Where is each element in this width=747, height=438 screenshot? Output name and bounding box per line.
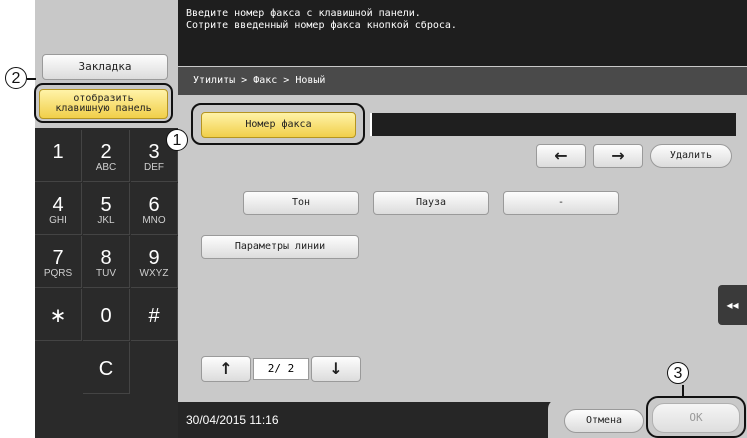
key-2[interactable]: 2 ABC [83, 130, 130, 182]
tone-button[interactable]: Тон [243, 191, 359, 215]
callout-3-leader [682, 385, 684, 397]
callout-2-leader [27, 78, 36, 80]
fax-number-highlight [191, 103, 365, 145]
instruction-line-2: Сотрите введенный номер факса кнопкой сб… [186, 20, 457, 31]
key-5[interactable]: 5 JKL [83, 183, 130, 235]
dash-button[interactable]: - [503, 191, 619, 215]
page-up-button[interactable]: ↑ [201, 356, 251, 382]
arrow-up-icon: ↑ [219, 359, 233, 378]
keypad: 1 2 ABC 3 DEF 4 GHI 5 JKL 6 MNO 7 PQRS 8 TUV 9W… [35, 130, 178, 438]
fax-number-input[interactable] [370, 113, 736, 136]
breadcrumb: Утилиты > Факс > Новый [193, 75, 326, 86]
key-7[interactable]: 7 PQRS [35, 236, 82, 288]
collapse-panel-icon[interactable]: ◂◂ [718, 285, 747, 325]
line-parameters-button[interactable]: Параметры линии [201, 235, 359, 259]
cancel-button[interactable]: Отмена [564, 409, 644, 433]
cursor-right-button[interactable]: → [593, 144, 643, 168]
key-8[interactable]: 8 TUV [83, 236, 130, 288]
page-indicator: 2/ 2 [253, 358, 309, 380]
key-6[interactable]: 6 MNO [131, 183, 178, 235]
key-1[interactable]: 1 [35, 130, 82, 182]
instruction-line-1: Введите номер факса с клавишной панели. [186, 8, 421, 19]
keypad-button-highlight [34, 83, 173, 123]
callout-3: 3 [667, 362, 689, 384]
delete-button[interactable]: Удалить [650, 144, 732, 168]
cursor-left-button[interactable]: ← [536, 144, 586, 168]
page-down-button[interactable]: ↓ [311, 356, 361, 382]
key-9[interactable]: 9 WXYZ [131, 236, 178, 288]
key-hash[interactable]: # [131, 289, 178, 341]
key-clear[interactable]: C [83, 342, 130, 394]
callout-2: 2 [5, 67, 27, 89]
key-0[interactable]: 0 [83, 289, 130, 341]
key-star[interactable]: ∗ [35, 289, 82, 341]
ok-button-highlight [646, 396, 746, 438]
arrow-right-icon: → [611, 146, 625, 165]
pause-button[interactable]: Пауза [373, 191, 489, 215]
arrow-down-icon: ↓ [329, 359, 343, 378]
key-4[interactable]: 4 GHI [35, 183, 82, 235]
bookmark-button[interactable]: Закладка [42, 54, 168, 80]
arrow-left-icon: ← [554, 146, 568, 165]
datetime: 30/04/2015 11:16 [186, 413, 279, 427]
callout-1: 1 [166, 129, 188, 151]
